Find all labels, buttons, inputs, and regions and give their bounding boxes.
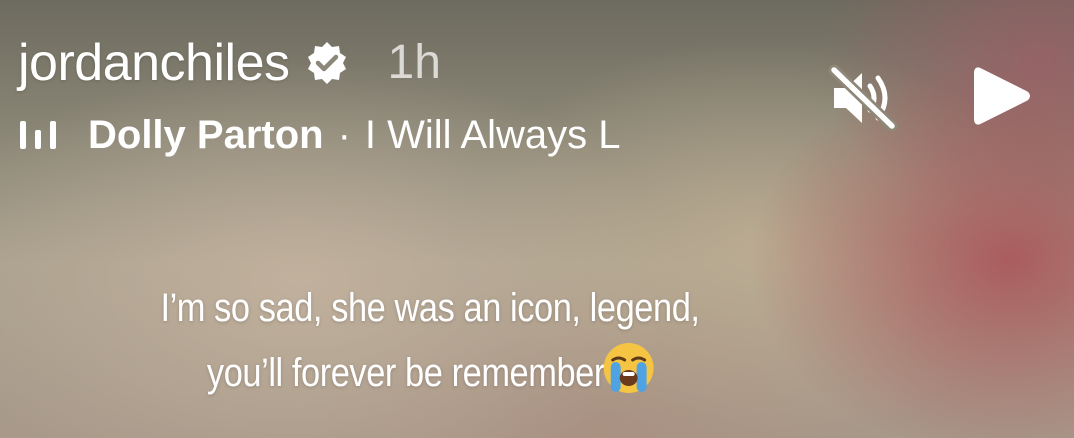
story-header: jordanchiles 1h Dolly Parton · I Will Al… [18,28,1074,160]
music-song-title: I Will Always L [364,113,621,157]
caption-line-2: you’ll forever be remember [60,340,800,405]
verified-badge-icon [307,42,346,84]
music-row[interactable]: Dolly Parton · I Will Always L [18,110,1074,160]
music-separator: · [337,113,351,157]
story-timestamp: 1h [387,36,441,89]
play-icon[interactable] [970,64,1032,128]
caption-line-2-text: you’ll forever be remember [206,351,605,395]
username[interactable]: jordanchiles [18,37,290,89]
loudly-crying-face-emoji [604,343,654,393]
speaker-muted-icon[interactable] [826,62,902,134]
user-row: jordanchiles 1h [18,28,1074,98]
caption-line-1: I’m so sad, she was an icon, legend, [160,286,700,330]
music-artist: Dolly Parton [88,113,324,157]
story-caption: I’m so sad, she was an icon, legend, you… [60,276,800,405]
music-bars-icon [20,121,56,149]
